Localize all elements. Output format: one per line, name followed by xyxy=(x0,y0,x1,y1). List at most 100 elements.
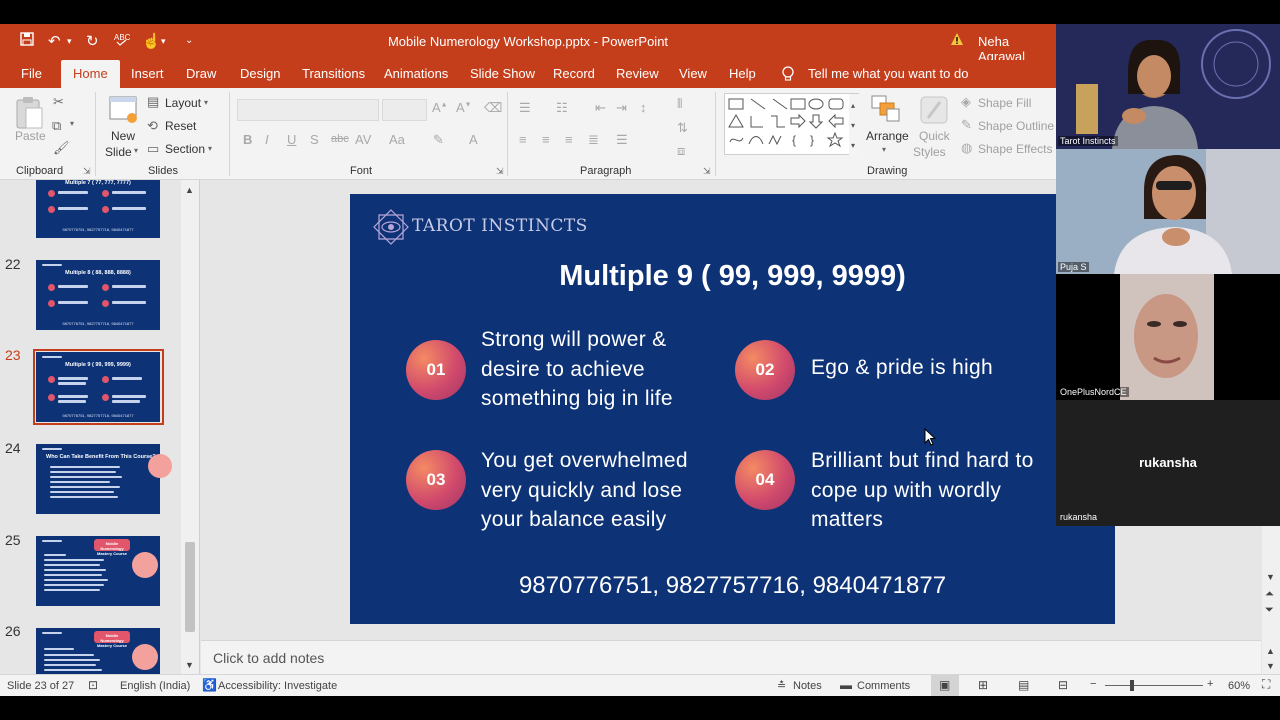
decrease-font-icon[interactable]: A▼ xyxy=(456,100,472,115)
tab-record[interactable]: Record xyxy=(553,66,595,81)
reading-view-icon[interactable]: ▤ xyxy=(1018,678,1029,692)
clipboard-launcher-icon[interactable]: ⇲ xyxy=(83,166,91,177)
decrease-indent-icon[interactable]: ⇤ xyxy=(595,100,606,116)
copy-dropdown-icon[interactable]: ▾ xyxy=(70,119,74,128)
fit-to-window-icon[interactable]: ⛶ xyxy=(1262,677,1270,692)
tab-design[interactable]: Design xyxy=(240,66,280,81)
increase-font-icon[interactable]: A▲ xyxy=(432,100,448,115)
slide-sorter-icon[interactable]: ⊞ xyxy=(978,678,988,692)
section-button[interactable]: Section xyxy=(165,142,205,156)
scroll-down-icon[interactable]: ▼ xyxy=(1266,661,1275,671)
paste-icon[interactable] xyxy=(14,96,44,133)
slide-title[interactable]: Multiple 9 ( 99, 999, 9999) xyxy=(350,260,1115,293)
character-spacing-icon[interactable]: AV xyxy=(355,132,371,147)
copy-icon[interactable]: ⧉ xyxy=(52,118,61,134)
notes-icon[interactable]: ≛ xyxy=(777,679,786,692)
align-left-icon[interactable]: ≡ xyxy=(519,132,527,147)
tab-transitions[interactable]: Transitions xyxy=(302,66,365,81)
shape-fill-button[interactable]: Shape Fill xyxy=(978,96,1031,110)
bold-icon[interactable]: B xyxy=(243,132,252,147)
slide-thumbnail-selected[interactable]: Multiple 9 ( 99, 999, 9999) 9870776751, … xyxy=(36,352,160,422)
item-text[interactable]: You get overwhelmed very quickly and los… xyxy=(481,446,688,535)
previous-slide-icon[interactable]: ⏶ xyxy=(1265,588,1274,601)
participant-video[interactable]: Puja S xyxy=(1056,149,1280,274)
increase-indent-icon[interactable]: ⇥ xyxy=(616,100,627,116)
scrollbar-thumb[interactable] xyxy=(185,542,195,632)
item-text[interactable]: Strong will power & desire to achieve so… xyxy=(481,325,673,414)
tab-animations[interactable]: Animations xyxy=(384,66,448,81)
contact-numbers[interactable]: 9870776751, 9827757716, 9840471877 xyxy=(350,572,1115,600)
item-text[interactable]: Ego & pride is high xyxy=(811,353,993,383)
section-icon[interactable]: ▭ xyxy=(147,141,159,157)
thumbnail-scrollbar[interactable]: ▲ ▼ xyxy=(181,180,199,674)
highlight-icon[interactable]: ✎ xyxy=(433,132,444,148)
layout-dropdown-icon[interactable]: ▾ xyxy=(204,98,208,107)
item-text[interactable]: Brilliant but find hard to cope up with … xyxy=(811,446,1034,535)
font-family-select[interactable] xyxy=(237,99,379,121)
smartart-icon[interactable]: ⧈ xyxy=(677,143,685,159)
slide-thumbnail[interactable]: Mobile Numerology Mastery Course xyxy=(36,536,160,606)
participant-video[interactable]: OnePlusNordCE xyxy=(1056,274,1280,400)
notes-button[interactable]: Notes xyxy=(793,680,822,692)
slide-canvas[interactable]: TAROT INSTINCTS Multiple 9 ( 99, 999, 99… xyxy=(350,194,1115,624)
slide-scrollbar[interactable]: ▼ ⏶ ⏷ ▲ ▼ xyxy=(1262,524,1280,674)
bullets-icon[interactable]: ☰ xyxy=(519,100,531,116)
zoom-slider-thumb[interactable] xyxy=(1130,680,1134,691)
cut-icon[interactable]: ✂ xyxy=(53,94,64,110)
participant-tile[interactable]: rukansha rukansha xyxy=(1056,400,1280,526)
section-dropdown-icon[interactable]: ▾ xyxy=(208,144,212,153)
next-slide-icon[interactable]: ⏷ xyxy=(1265,604,1274,617)
zoom-slider-track[interactable] xyxy=(1105,685,1203,686)
tab-file[interactable]: File xyxy=(21,66,42,81)
arrange-button[interactable]: Arrange xyxy=(866,129,909,143)
shapes-gallery[interactable]: { } ▴ ▾ ▾ xyxy=(724,93,860,156)
line-spacing-icon[interactable]: ↕ xyxy=(640,100,647,115)
layout-button[interactable]: Layout xyxy=(165,96,201,110)
slide-thumbnail[interactable]: Mobile Numerology Mastery Course xyxy=(36,628,160,674)
font-color-icon[interactable]: A xyxy=(469,132,478,147)
format-painter-icon[interactable]: 🖌 xyxy=(53,140,70,156)
new-slide-label-2[interactable]: Slide xyxy=(105,145,132,159)
shape-fill-icon[interactable]: ◈ xyxy=(961,94,971,110)
shape-outline-icon[interactable]: ✎ xyxy=(961,117,972,133)
tab-view[interactable]: View xyxy=(679,66,707,81)
tell-me-search[interactable]: Tell me what you want to do xyxy=(808,66,968,81)
shape-effects-button[interactable]: Shape Effects xyxy=(978,142,1053,156)
accessibility-icon[interactable]: ♿ xyxy=(202,678,217,692)
paste-label[interactable]: Paste xyxy=(15,129,46,143)
comments-button[interactable]: Comments xyxy=(857,680,910,692)
shape-effects-icon[interactable]: ◍ xyxy=(961,140,972,156)
strikethrough-icon[interactable]: abc xyxy=(331,133,349,145)
language-indicator[interactable]: English (India) xyxy=(120,680,190,692)
scroll-up-icon[interactable]: ▲ xyxy=(185,185,194,195)
shape-outline-button[interactable]: Shape Outline xyxy=(978,119,1054,133)
zoom-level[interactable]: 60% xyxy=(1228,680,1250,692)
quick-styles-label-2[interactable]: Styles xyxy=(913,145,946,159)
quick-styles-label-1[interactable]: Quick xyxy=(919,129,950,143)
align-center-icon[interactable]: ≡ xyxy=(542,132,550,147)
shadow-icon[interactable]: S xyxy=(310,132,319,147)
font-launcher-icon[interactable]: ⇲ xyxy=(496,166,504,177)
accessibility-status[interactable]: Accessibility: Investigate xyxy=(218,680,337,692)
tab-draw[interactable]: Draw xyxy=(186,66,216,81)
tab-insert[interactable]: Insert xyxy=(131,66,164,81)
scroll-down-icon[interactable]: ▼ xyxy=(1266,572,1275,582)
reset-button[interactable]: Reset xyxy=(165,119,196,133)
italic-icon[interactable]: I xyxy=(265,132,269,147)
arrange-dropdown-icon[interactable]: ▾ xyxy=(882,145,886,154)
normal-view-icon[interactable]: ▣ xyxy=(939,678,950,692)
paragraph-launcher-icon[interactable]: ⇲ xyxy=(703,166,711,177)
text-direction-icon[interactable]: ⇅ xyxy=(677,120,688,136)
participant-video[interactable]: Tarot Instincts xyxy=(1056,24,1280,149)
numbering-icon[interactable]: ☷ xyxy=(556,100,568,116)
new-slide-label-1[interactable]: New xyxy=(111,129,135,143)
slide-thumbnails-pane[interactable]: Multiple 7 ( 77, 777, 7777) 9870776751, … xyxy=(0,180,200,674)
new-slide-dropdown-icon[interactable]: ▾ xyxy=(134,146,138,155)
change-case-icon[interactable]: Aa xyxy=(389,132,405,147)
zoom-in-icon[interactable]: + xyxy=(1207,678,1213,690)
scroll-up-icon[interactable]: ▲ xyxy=(1266,646,1275,656)
tab-home[interactable]: Home xyxy=(61,60,120,88)
layout-icon[interactable]: ▤ xyxy=(147,94,159,110)
distributed-icon[interactable]: ☰ xyxy=(616,132,628,148)
font-size-select[interactable] xyxy=(382,99,427,121)
